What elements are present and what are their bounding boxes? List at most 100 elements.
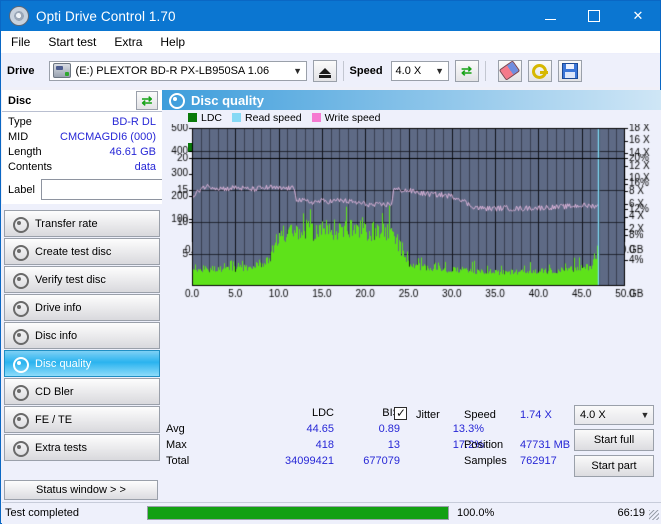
- sidebar-item-label: Disc quality: [35, 357, 92, 370]
- menu-start-test[interactable]: Start test: [48, 35, 96, 49]
- status-bar: Test completed 100.0% 66:19: [2, 502, 661, 522]
- legend-label-ldc: LDC: [201, 111, 223, 124]
- sidebar-item-label: Extra tests: [35, 441, 87, 454]
- erase-button[interactable]: [497, 59, 522, 82]
- disc-field-mid: MID CMCMAGDI6 (000): [8, 130, 156, 145]
- legend-swatch-ldc: [188, 113, 197, 122]
- status-window-button[interactable]: Status window > >: [4, 480, 158, 500]
- menu-extra[interactable]: Extra: [114, 35, 142, 49]
- disc-icon: [12, 384, 29, 401]
- start-full-button[interactable]: Start full: [574, 429, 654, 451]
- chevron-down-icon: ▼: [640, 410, 650, 420]
- position-value: 47731 MB: [520, 439, 571, 451]
- stats-row-label-total: Total: [166, 455, 190, 467]
- disc-refresh-button[interactable]: ⇄: [136, 91, 158, 110]
- speed-select-value: 4.0 X: [395, 64, 422, 77]
- save-button[interactable]: [557, 59, 582, 82]
- drive-toolbar: Drive (E:) PLEXTOR BD-R PX-LB950SA 1.06 …: [1, 53, 660, 87]
- window-title: Opti Drive Control 1.70: [36, 8, 176, 24]
- sidebar: Disc ⇄ Type BD-R DL MID CMCMAGDI6 (000) …: [2, 90, 230, 524]
- sidebar-item-transfer-rate[interactable]: Transfer rate: [4, 210, 160, 237]
- sidebar-item-fe-te[interactable]: FE / TE: [4, 406, 160, 433]
- samples-label: Samples: [464, 455, 507, 467]
- stats-avg-ldc: 44.65: [306, 423, 334, 435]
- main-body: Disc ⇄ Type BD-R DL MID CMCMAGDI6 (000) …: [2, 90, 661, 524]
- sidebar-item-label: CD Bler: [35, 385, 74, 398]
- disc-panel-header: Disc ⇄: [2, 90, 162, 112]
- sidebar-item-extra-tests[interactable]: Extra tests: [4, 434, 160, 461]
- sidebar-item-disc-quality[interactable]: Disc quality: [4, 350, 160, 377]
- toolbar-divider-2: [484, 60, 486, 81]
- panel-header: Disc quality: [162, 90, 661, 110]
- eject-icon: [318, 67, 331, 78]
- disc-icon: [12, 300, 29, 317]
- refresh-icon: ⇄: [461, 63, 472, 78]
- stats-header-ldc: LDC: [311, 407, 334, 419]
- key-icon: [531, 64, 548, 79]
- sidebar-item-label: Drive info: [35, 301, 82, 314]
- refresh-button[interactable]: ⇄: [454, 59, 479, 82]
- disc-icon: [12, 244, 29, 261]
- maximize-button[interactable]: [572, 1, 616, 31]
- speed-stat-value: 1.74 X: [520, 409, 552, 421]
- disc-field-length-label: Length: [8, 146, 42, 158]
- disc-field-mid-value: CMCMAGDI6 (000): [60, 131, 156, 143]
- disc-field-type-label: Type: [8, 116, 32, 128]
- progress-bar: [147, 505, 449, 520]
- drive-select[interactable]: (E:) PLEXTOR BD-R PX-LB950SA 1.06 ▼: [48, 60, 307, 81]
- start-part-button[interactable]: Start part: [574, 455, 654, 477]
- resize-grip[interactable]: [649, 510, 659, 520]
- legend-swatch-read-speed: [232, 113, 242, 122]
- status-message: Test completed: [5, 506, 79, 519]
- disc-field-type: Type BD-R DL: [8, 115, 156, 130]
- jitter-checkbox[interactable]: [394, 406, 407, 423]
- disc-icon: [12, 272, 29, 289]
- disc-label-label: Label: [8, 183, 35, 196]
- sidebar-item-disc-info[interactable]: Disc info: [4, 322, 160, 349]
- sidebar-item-label: FE / TE: [35, 413, 73, 426]
- app-window: Opti Drive Control 1.70 File Start test …: [0, 0, 661, 524]
- sidebar-item-label: Verify test disc: [35, 273, 106, 286]
- stats-row-label-avg: Avg: [166, 423, 185, 435]
- disc-info: Type BD-R DL MID CMCMAGDI6 (000) Length …: [2, 112, 230, 204]
- sidebar-item-cd-bler[interactable]: CD Bler: [4, 378, 160, 405]
- disc-field-length: Length 46.61 GB: [8, 145, 156, 160]
- jitter-label: Jitter: [416, 409, 440, 421]
- disc-icon: [12, 440, 29, 457]
- sidebar-item-label: Disc info: [35, 329, 78, 342]
- sidebar-item-drive-info[interactable]: Drive info: [4, 294, 160, 321]
- stats-avg-jitter: 13.3%: [452, 423, 484, 435]
- minimize-button[interactable]: [528, 1, 572, 31]
- menu-file[interactable]: File: [11, 35, 30, 49]
- close-button[interactable]: [616, 1, 660, 31]
- legend-swatch-write-speed: [311, 113, 321, 122]
- chevron-down-icon: ▼: [293, 65, 302, 76]
- drive-select-value: (E:) PLEXTOR BD-R PX-LB950SA 1.06: [75, 64, 270, 77]
- samples-value: 762917: [520, 455, 557, 467]
- key-button[interactable]: [527, 59, 552, 82]
- drive-icon: [52, 63, 71, 78]
- legend-label-read-speed: Read speed: [245, 111, 302, 124]
- stats-row-label-max: Max: [166, 439, 187, 451]
- stats-total-bis: 677079: [363, 455, 400, 467]
- disc-panel-title: Disc: [8, 94, 32, 107]
- speed-stat-label: Speed: [464, 409, 496, 421]
- disc-field-contents-value: data: [134, 161, 156, 173]
- menu-help[interactable]: Help: [160, 35, 185, 49]
- menu-bar: File Start test Extra Help: [1, 31, 660, 53]
- sidebar-item-verify-test-disc[interactable]: Verify test disc: [4, 266, 160, 293]
- toolbar-divider-1: [342, 60, 344, 81]
- eject-button[interactable]: [312, 59, 337, 82]
- page-title: Disc quality: [191, 92, 264, 108]
- progress-bar-fill: [148, 506, 448, 519]
- stats-max-bis: 13: [387, 439, 400, 451]
- app-disc-icon: [9, 6, 29, 26]
- floppy-save-icon: [561, 62, 578, 79]
- stats-avg-bis: 0.89: [378, 423, 400, 435]
- bis-jitter-chart-canvas[interactable]: [162, 154, 661, 301]
- test-speed-select[interactable]: 4.0 X ▼: [574, 405, 654, 425]
- refresh-icon: ⇄: [141, 93, 153, 108]
- sidebar-item-create-test-disc[interactable]: Create test disc: [4, 238, 160, 265]
- speed-select[interactable]: 4.0 X ▼: [390, 60, 449, 81]
- eraser-icon: [498, 60, 521, 81]
